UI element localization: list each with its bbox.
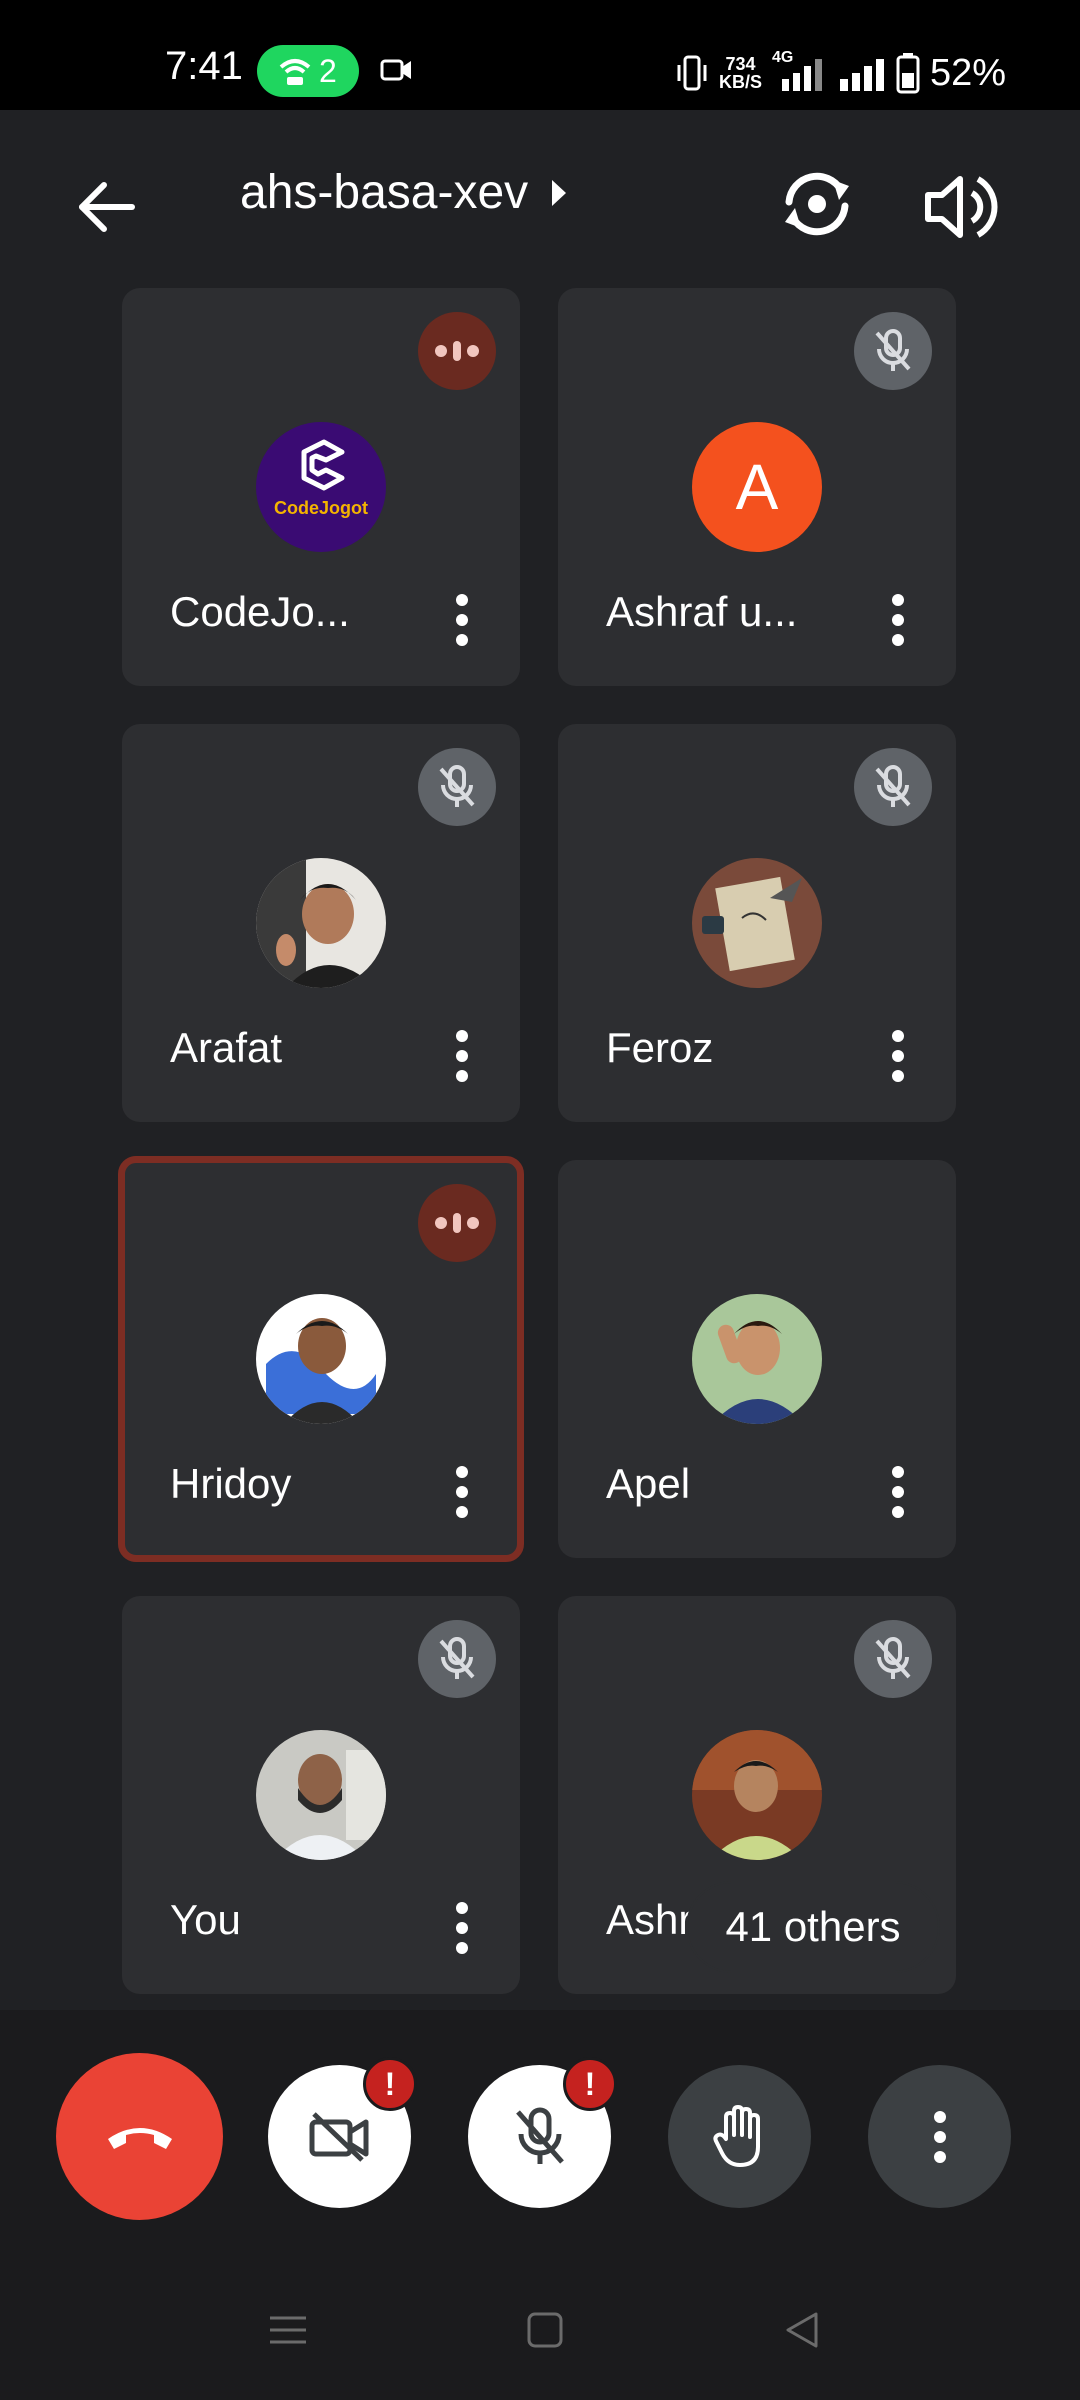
avatar-photo	[256, 858, 386, 988]
participant-tile[interactable]: Apel	[558, 1160, 956, 1558]
avatar-letter: A	[735, 451, 779, 523]
participant-tile-active-speaker[interactable]: Hridoy	[118, 1156, 524, 1562]
codejogot-logo-icon: CodeJogot	[274, 439, 368, 518]
speaking-indicator	[418, 312, 496, 390]
switch-camera-icon[interactable]	[775, 162, 859, 246]
mic-toggle-button[interactable]: !	[468, 2057, 617, 2208]
more-vert-icon[interactable]	[878, 1026, 918, 1086]
raise-hand-icon	[712, 2104, 760, 2167]
camera-toggle-button[interactable]: !	[268, 2057, 417, 2208]
more-options-button[interactable]	[868, 2065, 1011, 2208]
avatar-photo	[692, 1730, 822, 1860]
end-call-button[interactable]	[56, 2053, 223, 2220]
status-bar: 7:41 2 734 KB/S 4G 52%	[0, 0, 1080, 110]
back-arrow-icon[interactable]	[70, 170, 144, 244]
recents-icon[interactable]	[268, 2310, 308, 2350]
participant-name: Arafat	[170, 1024, 283, 1071]
hang-up-icon	[107, 2127, 172, 2149]
more-vert-icon[interactable]	[878, 1462, 918, 1522]
more-vert-icon[interactable]	[878, 590, 918, 650]
avatar: A	[692, 422, 822, 552]
speaking-indicator	[418, 1184, 496, 1262]
hotspot-icon	[279, 59, 311, 85]
avatar-photo	[256, 1294, 386, 1424]
camera-in-use-icon	[380, 59, 411, 81]
speed-unit: KB/S	[719, 72, 763, 92]
audio-level-icon	[435, 1213, 479, 1233]
mic-off-icon	[875, 1637, 911, 1679]
participant-tile[interactable]: Arafat	[122, 724, 520, 1122]
hotspot-indicator: 2	[257, 45, 359, 97]
meeting-code: ahs-basa-xev	[240, 166, 529, 219]
network-type: 4G	[772, 49, 794, 66]
mic-off-icon	[875, 329, 911, 371]
system-nav-bar	[0, 2270, 1080, 2400]
participant-name: Apel	[606, 1460, 691, 1507]
more-vert-icon[interactable]	[442, 1026, 482, 1086]
speed-value: 734	[725, 54, 756, 74]
camera-alert-badge: !	[363, 2057, 417, 2111]
mic-off-icon	[875, 765, 911, 807]
participant-name: CodeJo...	[170, 588, 350, 635]
call-header: ahs-basa-xev	[0, 110, 1080, 280]
participant-name: You	[170, 1896, 241, 1943]
more-vert-icon[interactable]	[442, 1898, 482, 1958]
more-vert-icon[interactable]	[442, 1462, 482, 1522]
hotspot-count: 2	[319, 53, 337, 89]
vibrate-icon	[677, 55, 707, 91]
meeting-title-button[interactable]: ahs-basa-xev	[240, 165, 568, 220]
participant-name: Hridoy	[170, 1460, 292, 1507]
camera-off-icon	[309, 2111, 368, 2162]
others-count-chip[interactable]: 41 others	[688, 1883, 938, 1971]
signal-icon	[840, 59, 885, 91]
mic-off-icon	[515, 2107, 564, 2164]
avatar: CodeJogot	[256, 422, 386, 552]
mic-alert-badge: !	[563, 2057, 617, 2111]
status-indicators: 734 KB/S 4G 52%	[675, 48, 1006, 98]
home-icon[interactable]	[525, 2310, 565, 2350]
participant-tile[interactable]: A Ashraf u...	[558, 288, 956, 686]
muted-indicator	[854, 748, 932, 826]
chevron-right-icon	[552, 179, 567, 206]
muted-indicator	[854, 1620, 932, 1698]
participant-tile[interactable]: CodeJogot CodeJo...	[122, 288, 520, 686]
battery-percent: 52%	[930, 51, 1007, 94]
participant-name: Ashraf u...	[606, 588, 798, 635]
more-vert-icon[interactable]	[442, 590, 482, 650]
participant-tile-self[interactable]: You	[122, 1596, 520, 1994]
signal-4g: 4G	[772, 49, 828, 93]
participant-name: Feroz	[606, 1024, 714, 1071]
avatar-photo	[692, 858, 822, 988]
muted-indicator	[854, 312, 932, 390]
audio-level-icon	[435, 341, 479, 361]
battery-icon	[896, 53, 920, 94]
mic-off-icon	[439, 1637, 475, 1679]
mic-off-icon	[439, 765, 475, 807]
call-controls-bar: ! !	[0, 2010, 1080, 2270]
participant-tile[interactable]: Feroz	[558, 724, 956, 1122]
status-time: 7:41	[165, 44, 243, 88]
network-speed: 734 KB/S	[719, 55, 762, 91]
avatar-photo	[692, 1294, 822, 1424]
avatar-photo	[256, 1730, 386, 1860]
speaker-icon[interactable]	[920, 165, 1004, 249]
muted-indicator	[418, 1620, 496, 1698]
back-icon[interactable]	[782, 2310, 822, 2350]
logo-text: CodeJogot	[274, 498, 368, 518]
muted-indicator	[418, 748, 496, 826]
more-vert-icon	[933, 2110, 946, 2163]
raise-hand-button[interactable]	[668, 2065, 811, 2208]
